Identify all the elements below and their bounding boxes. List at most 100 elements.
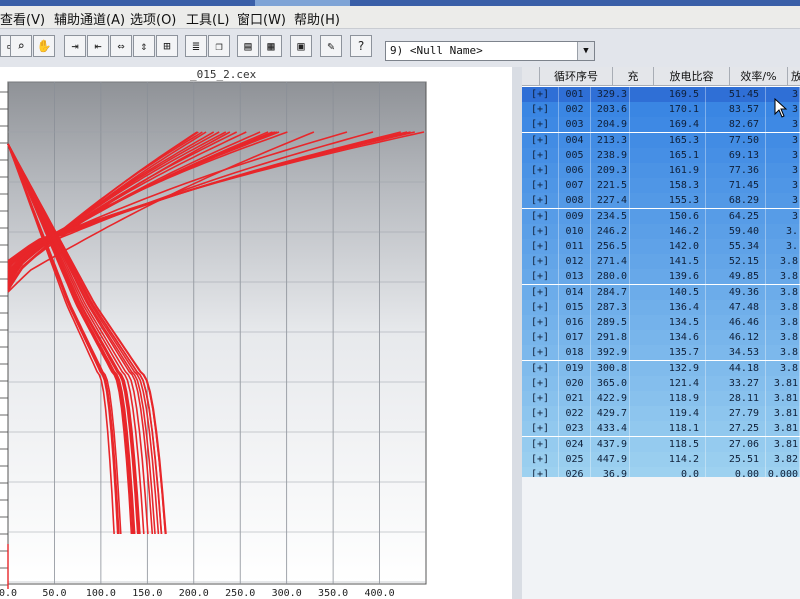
table-row[interactable]: [+] 026 36.9 0.0 0.00 0.000 xyxy=(522,467,800,477)
copy-icon[interactable]: ❐ xyxy=(208,35,230,57)
table-row[interactable]: [+] 016 289.5 134.5 46.46 3.8 xyxy=(522,315,800,330)
menu-options[interactable]: 选项(O) xyxy=(130,9,176,28)
row-expand-toggle[interactable]: [+] xyxy=(522,436,559,452)
menu-tools[interactable]: 工具(L) xyxy=(186,9,229,28)
pen-icon[interactable]: ✎ xyxy=(320,35,342,57)
discharge-capacity: 142.0 xyxy=(630,239,706,254)
table-row[interactable]: [+] 011 256.5 142.0 55.34 3. xyxy=(522,239,800,254)
row-expand-toggle[interactable]: [+] xyxy=(522,178,559,194)
row-expand-toggle[interactable]: [+] xyxy=(522,391,559,406)
fit-height-icon[interactable]: ⇕ xyxy=(133,35,155,57)
table-row[interactable]: [+] 014 284.7 140.5 49.36 3.8 xyxy=(522,284,800,300)
list-view-icon[interactable]: ≣ xyxy=(185,35,207,57)
capacity-voltage-chart[interactable]: 0.0 50.0 100.0 150.0 200.0 250.0 300.0 350.0 400… xyxy=(0,67,512,599)
table-row[interactable]: [+] 017 291.8 134.6 46.12 3.8 xyxy=(522,330,800,346)
charge-capacity: 256.5 xyxy=(591,239,630,254)
charge-capacity: 437.9 xyxy=(591,436,630,452)
coulombic-efficiency: 27.06 xyxy=(706,436,766,452)
row-expand-toggle[interactable]: [+] xyxy=(522,451,559,467)
table-row[interactable]: [+] 013 280.0 139.6 49.85 3.8 xyxy=(522,269,800,285)
row-expand-toggle[interactable]: [+] xyxy=(522,284,559,300)
table-header-efficiency[interactable]: 效率/% xyxy=(730,67,788,86)
table-row[interactable]: [+] 005 238.9 165.1 69.13 3 xyxy=(522,147,800,163)
table-row[interactable]: [+] 001 329.3 169.5 51.45 3 xyxy=(522,87,800,102)
charge-capacity: 203.6 xyxy=(591,102,630,118)
menu-aux-channel[interactable]: 辅助通道(A) xyxy=(54,9,125,28)
row-expand-toggle[interactable]: [+] xyxy=(522,330,559,346)
table-header-discharge[interactable]: 放电比容 xyxy=(654,67,730,86)
table-row[interactable]: [+] 009 234.5 150.6 64.25 3 xyxy=(522,208,800,224)
row-expand-toggle[interactable]: [+] xyxy=(522,132,559,148)
table-row[interactable]: [+] 025 447.9 114.2 25.51 3.82 xyxy=(522,451,800,467)
table-row[interactable]: [+] 023 433.4 118.1 27.25 3.81 xyxy=(522,421,800,437)
fit-all-icon[interactable]: ⊞ xyxy=(156,35,178,57)
channel-select[interactable]: 9) <Null Name> ▼ xyxy=(385,41,595,61)
table-row[interactable]: [+] 021 422.9 118.9 28.11 3.81 xyxy=(522,391,800,406)
table-row[interactable]: [+] 007 221.5 158.3 71.45 3 xyxy=(522,178,800,194)
charge-capacity: 291.8 xyxy=(591,330,630,346)
table-row[interactable]: [+] 015 287.3 136.4 47.48 3.8 xyxy=(522,299,800,315)
row-expand-toggle[interactable]: [+] xyxy=(522,299,559,315)
table-row[interactable]: [+] 002 203.6 170.1 83.57 3 xyxy=(522,102,800,118)
zoom-tool-icon[interactable]: ⌕ xyxy=(10,35,32,57)
x-tick-label: 300.0 xyxy=(272,588,302,599)
row-expand-toggle[interactable]: [+] xyxy=(522,239,559,254)
row-expand-toggle[interactable]: [+] xyxy=(522,87,559,102)
expand-horizontal-icon[interactable]: ⇤ xyxy=(87,35,109,57)
charge-capacity: 433.4 xyxy=(591,421,630,437)
pan-hand-icon[interactable]: ✋ xyxy=(33,35,55,57)
table-row[interactable]: [+] 006 209.3 161.9 77.36 3 xyxy=(522,163,800,178)
grid-view-icon[interactable]: ▦ xyxy=(260,35,282,57)
row-expand-toggle[interactable]: [+] xyxy=(522,117,559,133)
menu-help[interactable]: 帮助(H) xyxy=(294,9,340,28)
discharge-mid-voltage: 3 xyxy=(766,163,800,178)
fit-width-icon[interactable]: ⇔ xyxy=(110,35,132,57)
row-expand-toggle[interactable]: [+] xyxy=(522,467,559,477)
chevron-down-icon[interactable]: ▼ xyxy=(577,42,594,60)
discharge-capacity: 136.4 xyxy=(630,299,706,315)
table-header-voltage[interactable]: 放电中 xyxy=(788,67,800,86)
shrink-horizontal-icon[interactable]: ⇥ xyxy=(64,35,86,57)
menu-window[interactable]: 窗口(W) xyxy=(237,9,286,28)
row-expand-toggle[interactable]: [+] xyxy=(522,360,559,376)
row-expand-toggle[interactable]: [+] xyxy=(522,315,559,330)
cycle-index: 001 xyxy=(559,87,591,102)
table-row[interactable]: [+] 012 271.4 141.5 52.15 3.8 xyxy=(522,254,800,270)
table-view-icon[interactable]: ▤ xyxy=(237,35,259,57)
table-header-charge[interactable]: 充 xyxy=(613,67,654,86)
row-expand-toggle[interactable]: [+] xyxy=(522,208,559,224)
discharge-capacity: 141.5 xyxy=(630,254,706,270)
pane-splitter[interactable] xyxy=(512,67,522,599)
coulombic-efficiency: 68.29 xyxy=(706,193,766,209)
table-row[interactable]: [+] 010 246.2 146.2 59.40 3. xyxy=(522,223,800,239)
row-expand-toggle[interactable]: [+] xyxy=(522,421,559,437)
row-expand-toggle[interactable]: [+] xyxy=(522,193,559,209)
table-row[interactable]: [+] 003 204.9 169.4 82.67 3 xyxy=(522,117,800,133)
row-expand-toggle[interactable]: [+] xyxy=(522,254,559,270)
table-row[interactable]: [+] 018 392.9 135.7 34.53 3.8 xyxy=(522,345,800,361)
table-row[interactable]: [+] 019 300.8 132.9 44.18 3.8 xyxy=(522,360,800,376)
table-row[interactable]: [+] 022 429.7 119.4 27.79 3.81 xyxy=(522,406,800,422)
discharge-mid-voltage: 3.8 xyxy=(766,254,800,270)
menu-view[interactable]: 查看(V) xyxy=(0,9,45,28)
row-expand-toggle[interactable]: [+] xyxy=(522,102,559,118)
table-row[interactable]: [+] 004 213.3 165.3 77.50 3 xyxy=(522,132,800,148)
table-header-cycle[interactable]: 循环序号 xyxy=(540,67,613,86)
table-row[interactable]: [+] 008 227.4 155.3 68.29 3 xyxy=(522,193,800,209)
row-expand-toggle[interactable]: [+] xyxy=(522,406,559,422)
row-expand-toggle[interactable]: [+] xyxy=(522,147,559,163)
table-row[interactable]: [+] 020 365.0 121.4 33.27 3.81 xyxy=(522,375,800,391)
report-icon[interactable]: ▣ xyxy=(290,35,312,57)
row-expand-toggle[interactable]: [+] xyxy=(522,345,559,361)
row-expand-toggle[interactable]: [+] xyxy=(522,269,559,285)
row-expand-toggle[interactable]: [+] xyxy=(522,163,559,178)
charge-capacity: 287.3 xyxy=(591,299,630,315)
table-row[interactable]: [+] 024 437.9 118.5 27.06 3.81 xyxy=(522,436,800,452)
charge-capacity: 329.3 xyxy=(591,87,630,102)
coulombic-efficiency: 34.53 xyxy=(706,345,766,361)
charge-capacity: 289.5 xyxy=(591,315,630,330)
discharge-mid-voltage: 3.8 xyxy=(766,360,800,376)
row-expand-toggle[interactable]: [+] xyxy=(522,223,559,239)
row-expand-toggle[interactable]: [+] xyxy=(522,375,559,391)
help-question-icon[interactable]: ? xyxy=(350,35,372,57)
